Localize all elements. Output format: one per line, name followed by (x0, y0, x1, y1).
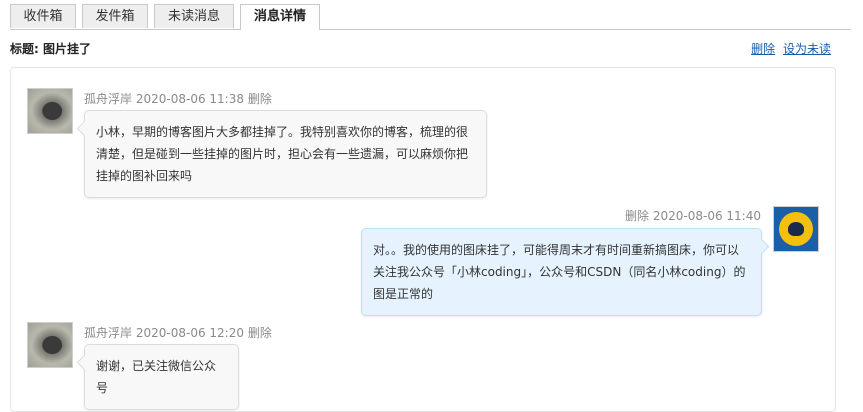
mark-unread-link[interactable]: 设为未读 (783, 42, 831, 56)
message-meta: 删除 2020-08-06 11:40 (625, 207, 761, 224)
message-time: 2020-08-06 11:38 (135, 92, 244, 106)
logo-icon (779, 212, 813, 246)
author-name: 孤舟浮岸 (84, 92, 133, 106)
subject-prefix: 标题: (10, 42, 39, 56)
message-bubble: 小林，早期的博客图片大多都挂掉了。我特别喜欢你的博客，梳理的很清楚，但是碰到一些… (84, 110, 487, 198)
user-avatar[interactable] (27, 88, 73, 134)
tab-inbox[interactable]: 收件箱 (10, 4, 76, 28)
owner-avatar[interactable] (773, 206, 819, 252)
conversation-panel: 孤舟浮岸 2020-08-06 11:38 删除 小林，早期的博客图片大多都挂掉… (10, 67, 836, 412)
message-meta: 孤舟浮岸 2020-08-06 11:38 删除 (84, 90, 272, 107)
tab-outbox[interactable]: 发件箱 (82, 4, 148, 28)
delete-message-link[interactable]: 删除 (625, 209, 649, 223)
message-actions: 删除 设为未读 (747, 40, 831, 57)
message-text: 谢谢，已关注微信公众号 (96, 359, 217, 395)
message-bubble: 谢谢，已关注微信公众号 (84, 344, 239, 410)
subject-title: 图片挂了 (43, 42, 92, 56)
delete-message-link[interactable]: 删除 (248, 326, 272, 340)
message-subject: 标题: 图片挂了 (10, 40, 91, 57)
message-time: 2020-08-06 12:20 (135, 326, 244, 340)
message-bubble: 对。。我的使用的图床挂了，可能得周末才有时间重新搞图床，你可以关注我公众号「小林… (361, 228, 762, 316)
tab-unread[interactable]: 未读消息 (154, 4, 234, 28)
user-avatar[interactable] (27, 322, 73, 368)
delete-link[interactable]: 删除 (751, 42, 775, 56)
message-text: 对。。我的使用的图床挂了，可能得周末才有时间重新搞图床，你可以关注我公众号「小林… (373, 243, 746, 301)
message-time: 2020-08-06 11:40 (652, 209, 761, 223)
author-name: 孤舟浮岸 (84, 326, 133, 340)
message-tabs: 收件箱 发件箱 未读消息 消息详情 (10, 4, 851, 30)
tab-message-detail[interactable]: 消息详情 (240, 4, 320, 30)
message-text: 小林，早期的博客图片大多都挂掉了。我特别喜欢你的博客，梳理的很清楚，但是碰到一些… (96, 125, 469, 183)
delete-message-link[interactable]: 删除 (248, 92, 272, 106)
message-meta: 孤舟浮岸 2020-08-06 12:20 删除 (84, 324, 272, 341)
